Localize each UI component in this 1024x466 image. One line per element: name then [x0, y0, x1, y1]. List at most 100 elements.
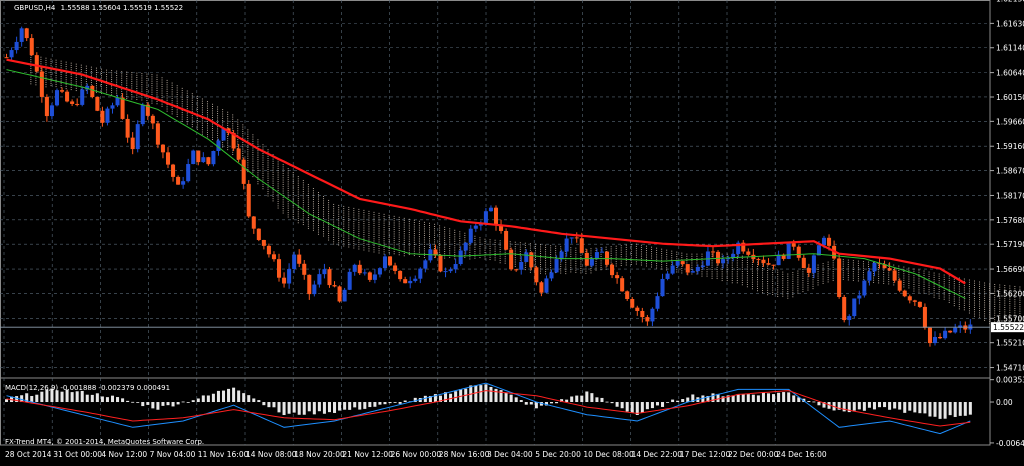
cloud-dot [434, 234, 436, 236]
cloud-dot [484, 251, 486, 253]
cloud-dot [65, 79, 67, 81]
cloud-dot [499, 249, 501, 251]
cloud-dot [60, 78, 62, 80]
cloud-dot [338, 244, 340, 246]
cloud-dot [444, 246, 446, 248]
cloud-dot [333, 230, 335, 232]
cloud-dot [312, 207, 314, 209]
candle [690, 269, 695, 273]
cloud-dot [237, 143, 239, 145]
cloud-dot [403, 255, 405, 257]
cloud-dot [968, 301, 970, 303]
cloud-dot [449, 230, 451, 232]
cloud-dot [827, 274, 829, 276]
cloud-dot [363, 234, 365, 236]
cloud-dot [247, 164, 249, 166]
cloud-dot [302, 180, 304, 182]
cloud-dot [741, 271, 743, 273]
cloud-dot [378, 232, 380, 234]
cloud-dot [383, 213, 385, 215]
cloud-dot [418, 256, 420, 258]
cloud-dot [812, 274, 814, 276]
cloud-dot [156, 83, 158, 85]
cloud-dot [323, 217, 325, 219]
cloud-dot [540, 264, 542, 266]
cloud-dot [524, 249, 526, 251]
cloud-dot [116, 72, 118, 74]
cloud-dot [217, 106, 219, 108]
cloud-dot [196, 111, 198, 113]
cloud-dot [403, 242, 405, 244]
cloud-dot [307, 221, 309, 223]
cloud-dot [575, 260, 577, 262]
cloud-dot [630, 250, 632, 252]
cloud-dot [540, 259, 542, 261]
cloud-dot [883, 271, 885, 273]
cloud-dot [948, 299, 950, 301]
macd-hist-bar [575, 395, 579, 403]
cloud-dot [237, 145, 239, 147]
candle [907, 294, 912, 304]
cloud-dot [782, 271, 784, 273]
cloud-dot [479, 246, 481, 248]
cloud-dot [504, 256, 506, 258]
cloud-dot [70, 86, 72, 88]
candle-body [438, 255, 443, 272]
cloud-dot [630, 264, 632, 266]
cloud-dot [590, 270, 592, 272]
macd-hist-bar [131, 401, 135, 403]
cloud-dot [418, 234, 420, 236]
macd-hist-bar [509, 394, 513, 403]
chart-canvas[interactable]: 1.621301.616301.611401.606401.601501.596… [0, 0, 1024, 462]
cloud-dot [827, 266, 829, 268]
cloud-dot [519, 259, 521, 261]
cloud-dot [883, 282, 885, 284]
cloud-dot [560, 261, 562, 263]
macd-hist-bar [343, 402, 347, 410]
cloud-dot [1004, 309, 1006, 311]
candle-body [564, 238, 569, 252]
macd-hist-bar [489, 386, 493, 403]
cloud-dot [494, 244, 496, 246]
cloud-dot [898, 272, 900, 274]
cloud-dot [323, 228, 325, 230]
cloud-dot [297, 176, 299, 178]
cloud-dot [999, 304, 1001, 306]
moving-averages [6, 58, 966, 299]
cloud-dot [610, 248, 612, 250]
cloud-dot [797, 285, 799, 287]
cloud-dot [509, 247, 511, 249]
cloud-dot [640, 251, 642, 253]
cloud-dot [984, 291, 986, 293]
cloud-dot [161, 81, 163, 83]
candle [332, 281, 337, 288]
candle-body [483, 211, 488, 223]
chart-window[interactable]: 1.621301.616301.611401.606401.601501.596… [0, 0, 1024, 462]
cloud-dot [388, 232, 390, 234]
cloud-dot [277, 187, 279, 189]
cloud-dot [979, 296, 981, 298]
cloud-dot [65, 85, 67, 87]
cloud-dot [126, 95, 128, 97]
candle-body [256, 228, 261, 240]
cloud-dot [459, 244, 461, 246]
cloud-dot [706, 266, 708, 268]
cloud-dot [857, 260, 859, 262]
cloud-dot [953, 305, 955, 307]
cloud-dot [317, 229, 319, 231]
cloud-dot [651, 248, 653, 250]
cloud-dot [605, 268, 607, 270]
cloud-dot [444, 240, 446, 241]
cloud-dot [80, 82, 82, 84]
cloud-dot [948, 293, 950, 295]
cloud-dot [651, 266, 653, 268]
cloud-dot [423, 252, 425, 254]
cloud-dot [984, 311, 986, 313]
cloud-dot [989, 316, 991, 318]
cloud-dot [146, 91, 148, 93]
cloud-dot [262, 186, 264, 188]
cloud-dot [166, 99, 168, 101]
cloud-dot [343, 241, 345, 243]
cloud-dot [540, 261, 542, 263]
candle [413, 275, 418, 283]
